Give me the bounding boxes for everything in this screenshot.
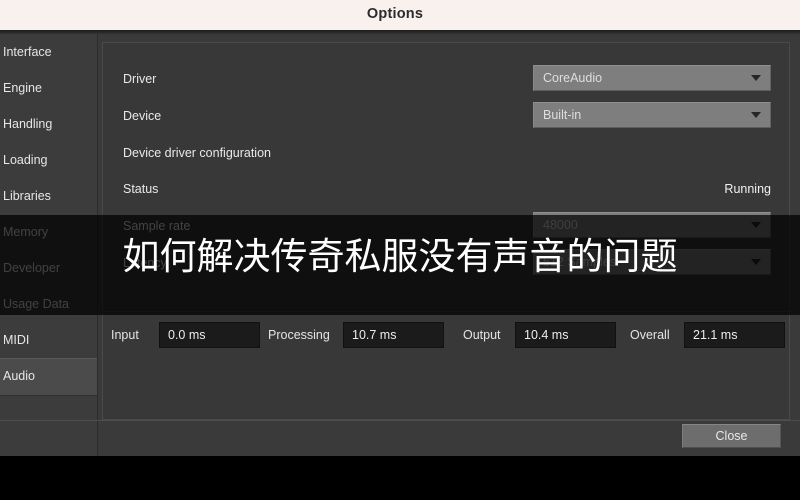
latency-readout-row: Input 0.0 ms Processing 10.7 ms Output 1… bbox=[103, 321, 789, 351]
device-driver-configuration-label: Device driver configuration bbox=[123, 146, 271, 160]
row-device-driver-configuration[interactable]: Device driver configuration bbox=[103, 135, 789, 171]
sidebar-item-interface[interactable]: Interface bbox=[0, 34, 97, 70]
sidebar-item-midi[interactable]: MIDI bbox=[0, 322, 97, 358]
chevron-down-icon bbox=[751, 112, 761, 118]
driver-dropdown[interactable]: CoreAudio bbox=[533, 65, 771, 91]
latency-input-value: 0.0 ms bbox=[168, 328, 206, 342]
sidebar-item-audio[interactable]: Audio bbox=[0, 358, 97, 396]
sidebar-item-libraries[interactable]: Libraries bbox=[0, 178, 97, 214]
row-driver: Driver CoreAudio bbox=[103, 61, 789, 97]
sidebar-item-loading[interactable]: Loading bbox=[0, 142, 97, 178]
close-button[interactable]: Close bbox=[682, 424, 781, 448]
status-label: Status bbox=[123, 182, 159, 196]
overlay-caption: 如何解决传奇私服没有声音的问题 bbox=[122, 235, 678, 278]
device-label: Device bbox=[123, 109, 162, 123]
latency-processing-label: Processing bbox=[268, 328, 330, 342]
chevron-down-icon bbox=[751, 75, 761, 81]
sidebar-item-engine[interactable]: Engine bbox=[0, 70, 97, 106]
screenshot-root: Options Interface Engine Handling Loadin… bbox=[0, 0, 800, 500]
latency-processing-value-box: 10.7 ms bbox=[343, 322, 444, 348]
latency-output-value: 10.4 ms bbox=[524, 328, 569, 342]
latency-overall-value: 21.1 ms bbox=[693, 328, 738, 342]
footer-divider bbox=[0, 420, 800, 421]
latency-overall-label: Overall bbox=[630, 328, 670, 342]
latency-output-value-box: 10.4 ms bbox=[515, 322, 616, 348]
status-value: Running bbox=[724, 182, 771, 196]
latency-processing-value: 10.7 ms bbox=[352, 328, 397, 342]
device-dropdown[interactable]: Built-in bbox=[533, 102, 771, 128]
sidebar-item-handling[interactable]: Handling bbox=[0, 106, 97, 142]
page-title: Options bbox=[366, 6, 424, 22]
latency-input-value-box: 0.0 ms bbox=[159, 322, 260, 348]
latency-overall-value-box: 21.1 ms bbox=[684, 322, 785, 348]
row-status: Status Running bbox=[103, 171, 789, 207]
row-device: Device Built-in bbox=[103, 98, 789, 134]
driver-label: Driver bbox=[123, 72, 157, 86]
dialog-titlebar: Options bbox=[0, 0, 800, 31]
latency-input-label: Input bbox=[111, 328, 139, 342]
driver-value: CoreAudio bbox=[543, 71, 603, 85]
device-value: Built-in bbox=[543, 108, 582, 122]
latency-output-label: Output bbox=[463, 328, 501, 342]
titlebar-shadow bbox=[0, 30, 800, 34]
